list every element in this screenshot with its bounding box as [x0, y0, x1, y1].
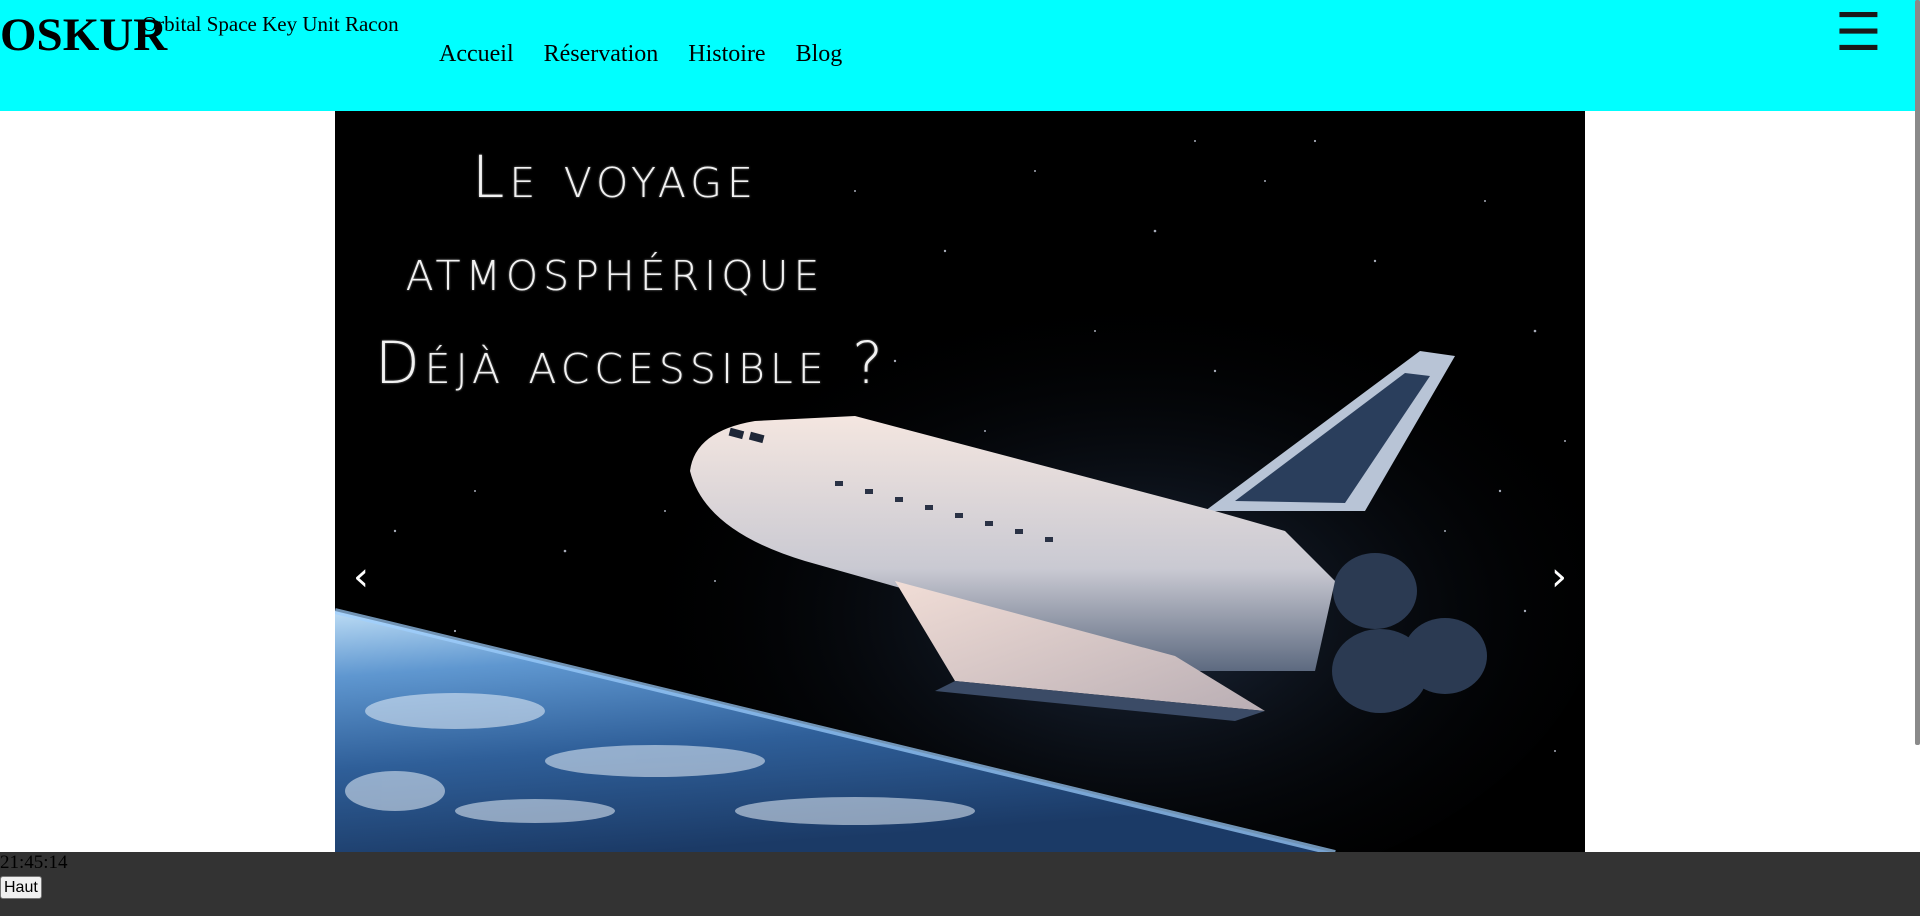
- slider-prev-icon[interactable]: ‹: [353, 557, 369, 597]
- footer-clock: 21:45:14: [0, 852, 68, 873]
- site-footer: [0, 852, 1920, 916]
- hamburger-icon[interactable]: ☰: [1835, 7, 1885, 59]
- site-tagline: Orbital Space Key Unit Racon: [142, 12, 399, 36]
- hero-slider: Le voyage atmosphérique Déjà accessible …: [335, 111, 1585, 853]
- nav-link-accueil[interactable]: Accueil: [439, 41, 514, 68]
- back-to-top-button[interactable]: Haut: [0, 876, 42, 899]
- headline-line-3: Déjà accessible ?: [375, 329, 888, 397]
- headline-line-1: Le voyage: [472, 143, 758, 211]
- nav-link-blog[interactable]: Blog: [796, 41, 843, 68]
- nav-link-reservation[interactable]: Réservation: [544, 41, 659, 68]
- nav-link-histoire[interactable]: Histoire: [688, 41, 765, 68]
- slider-next-icon[interactable]: ›: [1551, 557, 1567, 597]
- site-header: OSKUR Orbital Space Key Unit Racon Accue…: [0, 0, 1920, 111]
- headline-line-2: atmosphérique: [405, 236, 825, 304]
- page-scrollbar[interactable]: [1915, 0, 1920, 745]
- main-nav: Accueil Réservation Histoire Blog: [439, 41, 842, 68]
- slide-headline: Le voyage atmosphérique Déjà accessible …: [375, 131, 888, 410]
